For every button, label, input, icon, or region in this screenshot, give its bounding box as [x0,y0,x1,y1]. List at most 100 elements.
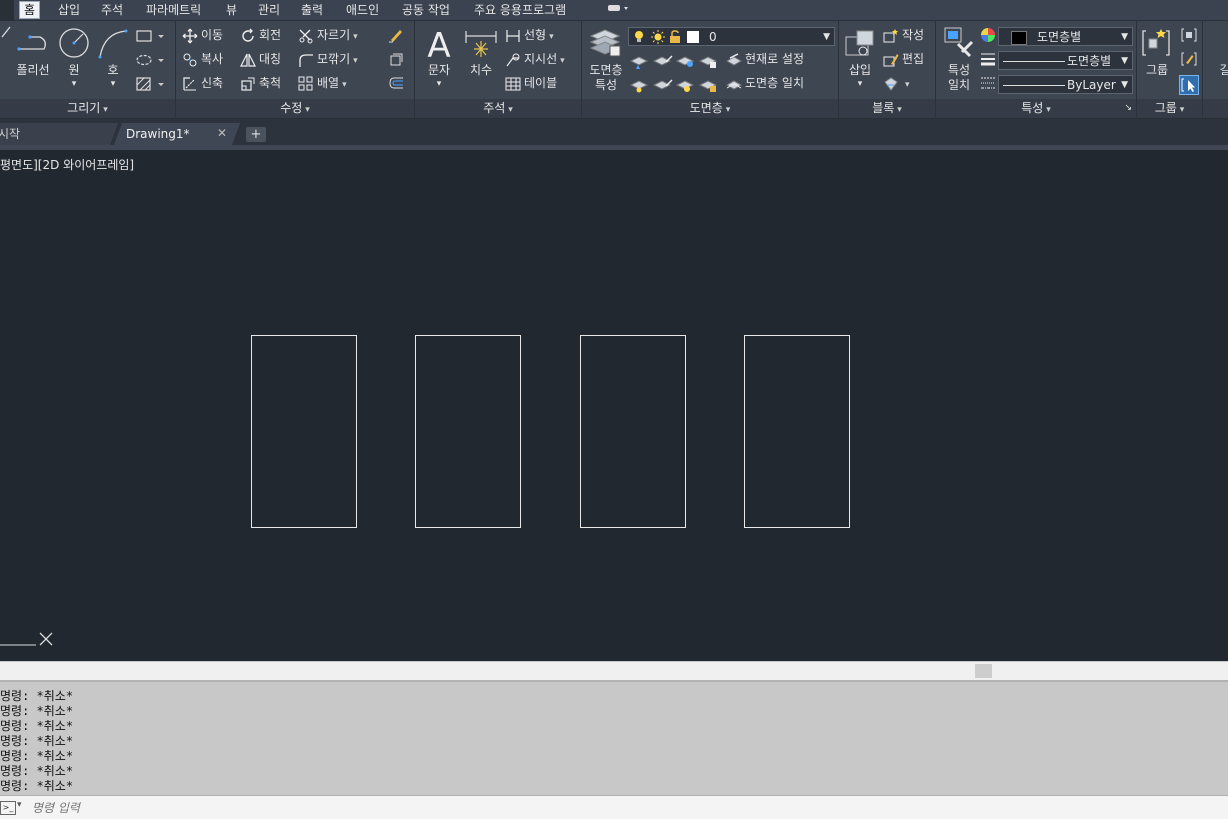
menu-tab-collaborate[interactable]: 공동 작업 [398,2,454,18]
arc-label[interactable]: 호 [99,63,127,78]
scrollbar-thumb[interactable] [975,664,992,678]
rectangle-icon[interactable] [136,29,166,46]
app-button-edge[interactable] [0,0,14,20]
panel-layers-expand-icon[interactable]: ▾ [726,105,731,115]
text-icon[interactable]: A [424,26,454,66]
dimension-label[interactable]: 치수 [464,63,498,78]
viewport-controls-label[interactable]: 평면도][2D 와이어프레임] [0,156,134,173]
panel-modify-expand-icon[interactable]: ▾ [305,105,310,115]
circle-icon[interactable] [57,26,91,63]
panel-properties-expand-icon[interactable]: ▾ [1046,105,1051,115]
scale-tool[interactable]: 축척 [240,75,281,92]
rectangle-shape[interactable] [251,335,357,528]
horizontal-scrollbar[interactable] [0,661,1228,680]
layer-tools-row2-icons[interactable] [629,77,720,96]
mirror-tool[interactable]: 대칭 [240,51,281,68]
panel-title-draw[interactable]: 그리기 ▾ [0,99,175,118]
menu-tab-annotate[interactable]: 주석 [97,2,127,18]
rectangle-shape[interactable] [580,335,686,528]
properties-dialog-launcher-icon[interactable]: ↘ [1124,99,1132,118]
leader-dropdown-icon[interactable]: ▾ [560,56,565,66]
layer-properties-icon[interactable] [588,26,622,61]
table-tool[interactable]: 테이블 [505,75,557,92]
line-icon[interactable] [0,25,12,42]
layer-properties-label-1[interactable]: 도면층 [584,63,628,78]
panel-block-expand-icon[interactable]: ▾ [897,105,902,115]
stretch-tool[interactable]: 신축 [182,75,223,92]
make-current-tool[interactable]: 현재로 설정 [725,51,804,68]
linetype-icon[interactable] [980,75,996,94]
match-properties-label-2[interactable]: 일치 [938,78,980,93]
linear-dropdown-icon[interactable]: ▾ [549,32,554,42]
insert-dropdown-icon[interactable]: ▾ [841,77,879,92]
tab-start[interactable]: 시작 [0,123,119,145]
utilities-partial-label[interactable]: 길 [1215,63,1228,78]
match-layer-tool[interactable]: 도면층 일치 [725,75,804,92]
panel-title-annotation[interactable]: 주석 ▾ [415,99,581,118]
panel-annotation-expand-icon[interactable]: ▾ [508,105,513,115]
menu-tab-insert[interactable]: 삽입 [54,2,84,18]
explode-icon[interactable] [388,51,404,70]
panel-title-groups[interactable]: 그룹 ▾ [1137,99,1202,118]
menu-tab-view[interactable]: 뷰 [222,2,241,18]
leader-tool[interactable]: 지시선 ▾ [505,51,565,69]
copy-tool[interactable]: 복사 [182,51,223,68]
command-recent-dropdown-icon[interactable]: ▾ [17,800,22,810]
dimension-icon[interactable] [464,27,498,64]
lineweight-dropdown[interactable]: ByLayer ▼ [998,75,1133,94]
panel-title-block[interactable]: 블록 ▾ [839,99,935,118]
panel-title-utilities-partial[interactable] [1203,99,1228,118]
ribbon-toggle-icon[interactable] [602,2,634,18]
color-dropdown[interactable]: 도면층별 ▼ [998,27,1133,46]
circle-label[interactable]: 원 [60,63,88,78]
group-label[interactable]: 그룹 [1137,63,1177,78]
match-properties-icon[interactable] [942,26,976,61]
menu-tab-featured-apps[interactable]: 주요 응용프로그램 [470,2,570,18]
command-prompt-icon[interactable]: >_ [0,801,16,815]
text-label[interactable]: 문자 [423,63,455,78]
panel-title-properties[interactable]: 특성 ▾ ↘ [936,99,1136,118]
array-dropdown-icon[interactable]: ▾ [342,80,347,90]
menu-tab-output[interactable]: 출력 [297,2,327,18]
fillet-dropdown-icon[interactable]: ▾ [353,56,358,66]
group-selection-toggle-icon[interactable] [1179,75,1199,95]
layer-tools-row1-icons[interactable] [629,53,720,72]
text-dropdown-icon[interactable]: ▾ [423,77,455,92]
erase-icon[interactable] [388,27,404,46]
panel-title-layers[interactable]: 도면층 ▾ [582,99,838,118]
trim-tool[interactable]: 자르기 ▾ [298,27,358,45]
hatch-icon[interactable] [136,77,166,94]
color-wheel-icon[interactable] [980,27,996,46]
group-edit-icon[interactable] [1181,51,1197,70]
edit-block-tool[interactable]: 편집 [883,51,924,68]
polyline-label[interactable]: 폴리선 [12,63,54,78]
menu-tab-home[interactable]: 홈 [19,1,41,19]
ellipse-icon[interactable] [136,53,166,70]
menu-tab-manage[interactable]: 관리 [254,2,284,18]
create-block-tool[interactable]: 작성 [883,27,924,44]
rotate-tool[interactable]: 회전 [240,27,281,44]
trim-dropdown-icon[interactable]: ▾ [353,32,358,42]
layer-properties-label-2[interactable]: 특성 [584,78,628,93]
insert-block-icon[interactable] [843,27,877,64]
linear-dimension-tool[interactable]: 선형 ▾ [505,27,554,45]
polyline-icon[interactable] [16,27,50,58]
command-input[interactable] [30,798,1214,818]
drawing-canvas[interactable]: 평면도][2D 와이어프레임] [0,150,1228,662]
layer-dropdown[interactable]: 0 ▼ [628,27,835,46]
panel-groups-expand-icon[interactable]: ▾ [1180,105,1185,115]
menu-tab-addins[interactable]: 애드인 [342,2,383,18]
arc-dropdown-icon[interactable]: ▾ [99,77,127,92]
arc-icon[interactable] [96,27,130,64]
circle-dropdown-icon[interactable]: ▾ [60,77,88,92]
panel-draw-expand-icon[interactable]: ▾ [103,105,108,115]
insert-label[interactable]: 삽입 [841,63,879,78]
rectangle-shape[interactable] [744,335,850,528]
ungroup-icon[interactable] [1181,27,1197,46]
block-attribute-tool[interactable]: ▾ [883,75,910,93]
attribute-dropdown-icon[interactable]: ▾ [905,80,910,90]
match-properties-label-1[interactable]: 특성 [938,63,980,78]
rectangle-shape[interactable] [415,335,521,528]
linetype-dropdown[interactable]: 도면층별 ▼ [998,51,1133,70]
lineweight-icon[interactable] [980,51,996,70]
